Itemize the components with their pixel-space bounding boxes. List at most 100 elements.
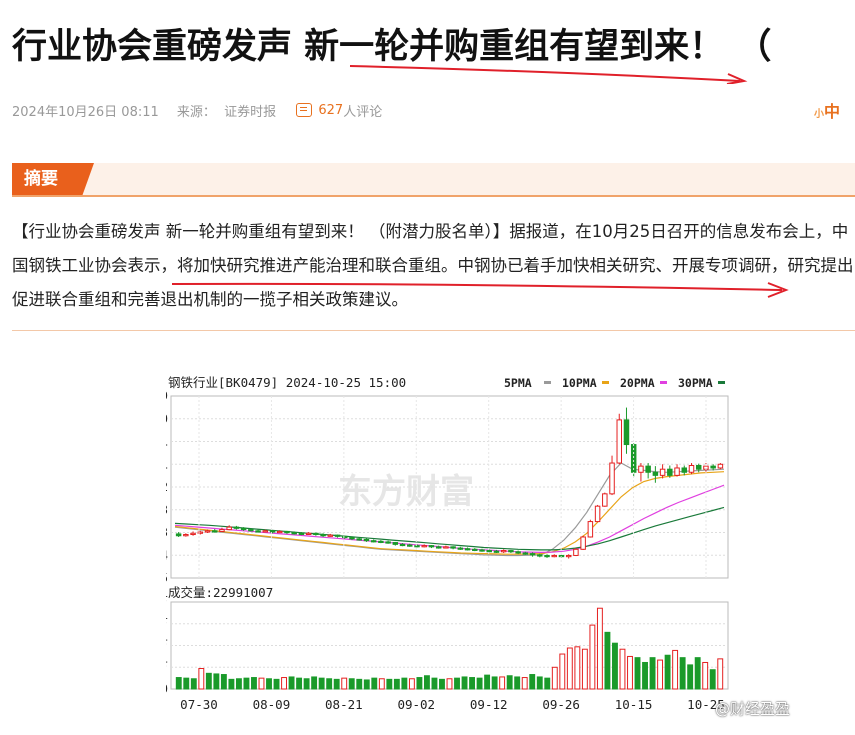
volume-bar	[612, 642, 618, 690]
volume-bar	[446, 678, 453, 690]
volume-bar	[393, 678, 400, 690]
volume-bar	[574, 646, 581, 690]
candle-body	[435, 546, 442, 549]
volume-bar	[521, 677, 528, 690]
volume-bar	[649, 657, 656, 690]
volume-bar	[363, 679, 370, 690]
candle-body	[305, 532, 312, 535]
candle-body	[529, 553, 536, 556]
comment-suffix[interactable]: 人评论	[343, 101, 382, 120]
stock-chart[interactable]: 钢铁行业[BK0479] 2024-10-25 15:00 5PMA 10PMA 2…	[115, 368, 746, 720]
candle-body	[175, 533, 182, 537]
volume-tick-label: 5412万	[166, 616, 168, 631]
site-logo-fragment[interactable]: 小中	[814, 98, 840, 122]
volume-tick-label: 3608万	[166, 638, 168, 653]
volume-bar	[190, 678, 197, 690]
source-name[interactable]: 证券时报	[224, 101, 276, 120]
candle-body	[580, 536, 586, 550]
summary-label: 摘要	[12, 163, 94, 195]
volume-bar	[484, 674, 491, 690]
volume-bar	[348, 678, 355, 690]
candle-body	[493, 550, 500, 553]
volume-bar	[694, 657, 701, 690]
body-annotation-arrow	[171, 282, 789, 298]
volume-bar	[266, 678, 272, 690]
volume-bar	[371, 677, 378, 690]
volume-bar	[183, 677, 190, 690]
volume-bar	[251, 677, 257, 690]
legend-label: 10PMA	[562, 376, 597, 390]
candle-body	[638, 465, 644, 473]
candle-body	[479, 549, 485, 552]
volume-bar	[717, 658, 724, 690]
volume-bar	[401, 677, 408, 690]
volume-bar	[461, 676, 468, 690]
volume-tick-label: 0	[166, 681, 168, 696]
candle-body	[645, 465, 651, 473]
volume-bar	[514, 676, 521, 690]
volume-bar	[627, 655, 633, 690]
candle-body	[327, 534, 334, 537]
volume-bar	[326, 678, 333, 690]
volume-bar	[506, 675, 513, 690]
candle-body	[457, 547, 464, 550]
volume-bar	[687, 664, 694, 690]
volume-bar	[341, 677, 348, 690]
candle-body	[269, 530, 276, 533]
candle-body	[349, 537, 355, 540]
volume-bar	[175, 677, 182, 690]
candle-body	[233, 526, 240, 529]
candle-body	[291, 532, 297, 535]
volume-bar	[378, 678, 385, 690]
candle-body	[544, 554, 550, 558]
volume-bar	[408, 678, 415, 690]
x-tick-label: 09-12	[470, 697, 508, 712]
candle-body	[659, 468, 666, 476]
candle-body	[472, 548, 478, 552]
candle-body	[609, 462, 615, 495]
candle-body	[190, 532, 196, 536]
volume-bar	[566, 647, 573, 690]
volume-bar	[596, 607, 603, 690]
volume-bar	[423, 675, 430, 690]
legend-label: 20PMA	[620, 376, 655, 390]
legend-swatch	[660, 381, 667, 384]
volume-bar	[220, 674, 227, 690]
comment-count[interactable]: 627	[318, 103, 343, 118]
candle-body	[551, 554, 557, 558]
candle-body	[522, 552, 529, 555]
candle-body	[356, 538, 362, 541]
volume-tick-label: 7217万	[166, 594, 168, 609]
summary-band	[12, 163, 855, 195]
volume-bar	[205, 672, 212, 690]
article-meta: 2024年10月26日 08:11 来源： 证券时报 627人评论	[12, 101, 382, 121]
candle-body	[320, 534, 326, 537]
volume-bar	[702, 661, 709, 690]
candle-body	[667, 468, 673, 476]
volume-bar	[431, 677, 438, 690]
candle-body	[378, 540, 384, 543]
volume-bar	[709, 669, 716, 690]
volume-bar	[551, 666, 558, 690]
candle-body	[587, 521, 594, 538]
candle-body	[443, 546, 449, 549]
candle-body	[594, 505, 601, 523]
volume-bar	[679, 657, 686, 690]
candle-body	[392, 542, 399, 545]
comment-icon[interactable]	[296, 102, 313, 117]
price-tick-label: 5672.73	[166, 525, 168, 540]
candle-body	[226, 526, 232, 531]
x-tick-label: 09-26	[542, 697, 580, 712]
volume-bar	[589, 624, 596, 690]
volume-bar	[228, 678, 235, 690]
volume-bar	[657, 659, 664, 690]
x-tick-label: 08-21	[325, 697, 363, 712]
candle-body	[464, 548, 471, 551]
volume-bar	[303, 678, 310, 690]
candle-body	[717, 463, 724, 469]
legend-label: 5PMA	[504, 376, 532, 390]
title-annotation-arrow	[349, 65, 748, 84]
volume-bar	[476, 677, 483, 690]
candle-body	[616, 419, 622, 464]
volume-bar	[439, 678, 445, 690]
